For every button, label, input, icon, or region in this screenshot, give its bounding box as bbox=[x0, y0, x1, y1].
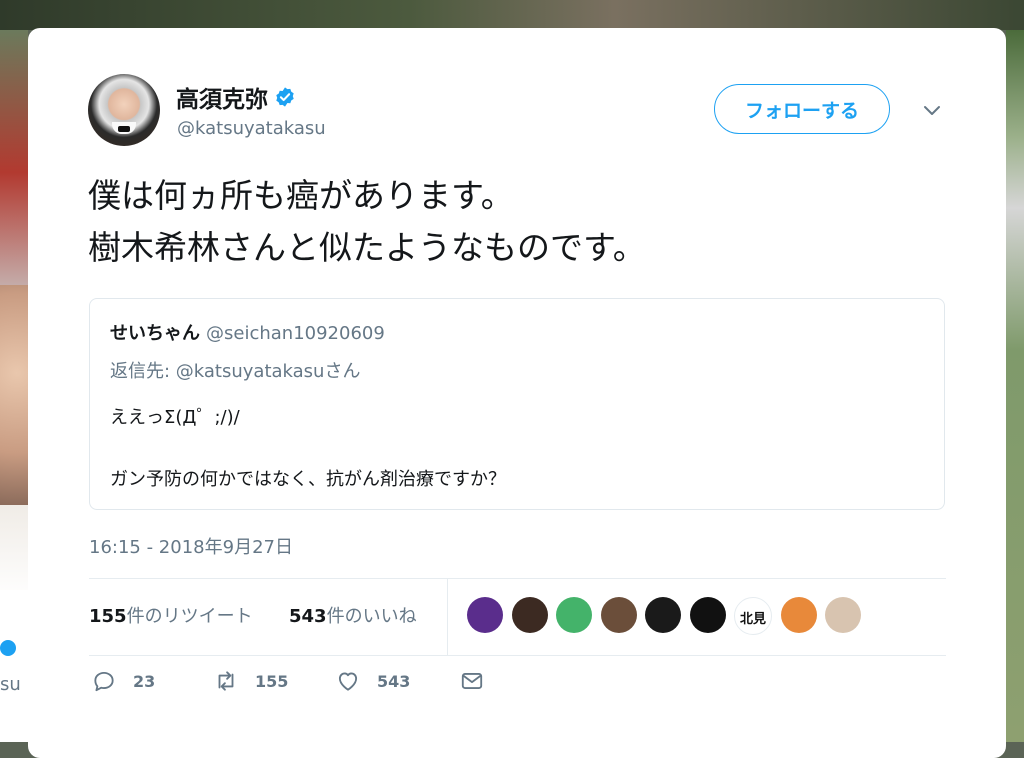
retweet-button[interactable]: 155 bbox=[213, 668, 288, 694]
quoted-reply-to: 返信先: @katsuyatakasuさん bbox=[110, 361, 361, 382]
reply-icon bbox=[94, 671, 114, 692]
like-button[interactable]: 543 bbox=[335, 668, 410, 694]
liker-avatar[interactable] bbox=[689, 597, 726, 633]
heart-icon bbox=[338, 672, 358, 691]
quoted-tweet-header: せいちゃん @seichan10920609 bbox=[110, 319, 385, 345]
liker-avatar[interactable] bbox=[511, 597, 548, 633]
liker-avatar[interactable] bbox=[780, 597, 817, 633]
tweet-text: 僕は何ヵ所も癌があります。 樹木希林さんと似たようなものです。 bbox=[88, 170, 646, 274]
display-name-text[interactable]: 高須克弥 bbox=[176, 80, 268, 114]
background-right-strip bbox=[1006, 30, 1024, 742]
chevron-down-icon[interactable] bbox=[920, 98, 944, 122]
quoted-display-name: せいちゃん bbox=[110, 323, 200, 344]
retweet-stat-count: 155 bbox=[89, 606, 127, 627]
retweet-count: 155 bbox=[255, 671, 289, 691]
reply-count: 23 bbox=[133, 671, 156, 691]
liker-avatar[interactable] bbox=[556, 597, 592, 633]
avatar[interactable] bbox=[88, 74, 160, 146]
envelope-icon bbox=[461, 673, 483, 689]
stats-separator bbox=[447, 578, 448, 655]
liker-avatar[interactable] bbox=[467, 597, 503, 633]
background-profile-photo bbox=[0, 285, 28, 505]
liker-avatar[interactable] bbox=[645, 597, 681, 633]
quoted-tweet[interactable]: せいちゃん @seichan10920609 返信先: @katsuyatakas… bbox=[89, 298, 945, 510]
liker-avatar[interactable] bbox=[825, 597, 861, 633]
tweet-stats: 155件のリツイート 543件のいいね 北見 bbox=[89, 578, 946, 655]
reply-button[interactable]: 23 bbox=[91, 668, 155, 694]
like-stat-count: 543 bbox=[289, 606, 327, 627]
retweet-stat[interactable]: 155件のリツイート bbox=[89, 602, 253, 628]
liker-avatar[interactable] bbox=[600, 597, 637, 633]
tweet-actions: 23 155 543 bbox=[89, 668, 589, 704]
quoted-text-line: ええっΣ(Д゜;/)/ bbox=[110, 407, 240, 428]
tweet-timestamp[interactable]: 16:15 - 2018年9月27日 bbox=[89, 533, 293, 559]
liker-avatar[interactable]: 北見 bbox=[734, 597, 772, 635]
liker-avatars: 北見 bbox=[467, 597, 870, 635]
quoted-handle: @seichan10920609 bbox=[206, 323, 385, 344]
avatar-bowtie bbox=[118, 126, 130, 132]
tweet-modal: 高須克弥 @katsuyatakasu フォローする 僕は何ヵ所も癌があります。… bbox=[28, 28, 1006, 758]
retweet-stat-label: 件のリツイート bbox=[126, 606, 253, 627]
divider bbox=[89, 655, 946, 656]
direct-message-button[interactable] bbox=[459, 668, 485, 694]
tweet-text-line: 樹木希林さんと似たようなものです。 bbox=[88, 228, 646, 267]
quoted-text-line: ガン予防の何かではなく、抗がん剤治療ですか？ bbox=[110, 469, 506, 490]
liker-avatar-text: 北見 bbox=[739, 612, 766, 627]
tweet-text-line: 僕は何ヵ所も癌があります。 bbox=[88, 176, 514, 215]
background-verified-icon bbox=[0, 640, 16, 656]
follow-button[interactable]: フォローする bbox=[714, 84, 890, 134]
tweet-header: 高須克弥 @katsuyatakasu フォローする bbox=[88, 74, 948, 148]
like-stat[interactable]: 543件のいいね bbox=[289, 602, 417, 628]
retweet-icon bbox=[218, 671, 234, 691]
background-header bbox=[0, 0, 1024, 30]
background-timeline bbox=[0, 590, 28, 742]
like-stat-label: 件のいいね bbox=[326, 606, 417, 627]
background-handle-fragment: su bbox=[0, 674, 21, 695]
verified-badge-icon bbox=[276, 87, 294, 107]
like-count: 543 bbox=[377, 671, 411, 691]
user-handle[interactable]: @katsuyatakasu bbox=[177, 118, 326, 139]
display-name[interactable]: 高須克弥 bbox=[176, 80, 296, 114]
